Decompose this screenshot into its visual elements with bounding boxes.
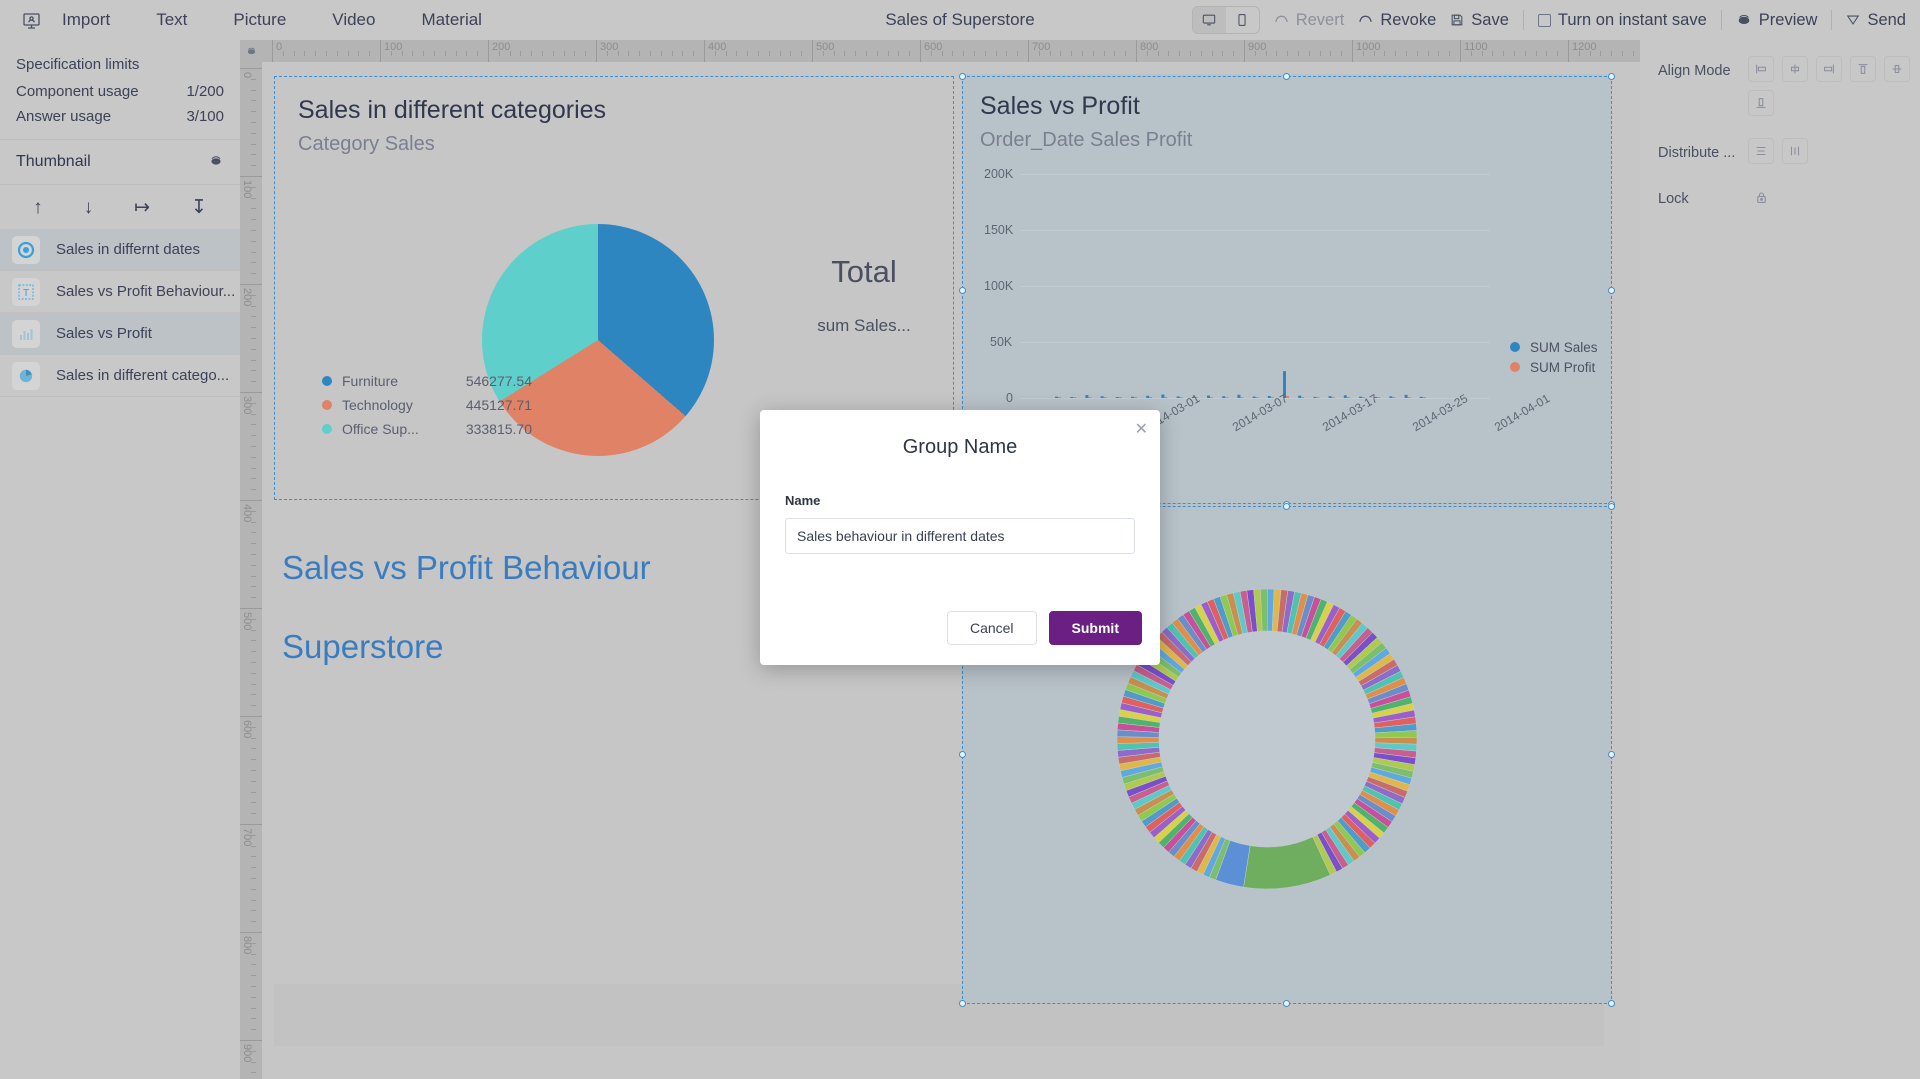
submit-button[interactable]: Submit — [1048, 611, 1142, 645]
group-name-dialog: ✕ Group Name Name Cancel Submit — [760, 410, 1160, 665]
dialog-body: Name — [760, 459, 1160, 554]
modal-overlay: ✕ Group Name Name Cancel Submit — [0, 0, 1920, 1079]
name-field-label: Name — [785, 493, 821, 508]
dialog-actions: Cancel Submit — [946, 611, 1142, 645]
dialog-title: Group Name — [902, 436, 1018, 458]
close-icon[interactable]: ✕ — [1135, 419, 1148, 439]
cancel-button[interactable]: Cancel — [946, 611, 1037, 645]
name-input[interactable] — [785, 518, 1135, 554]
